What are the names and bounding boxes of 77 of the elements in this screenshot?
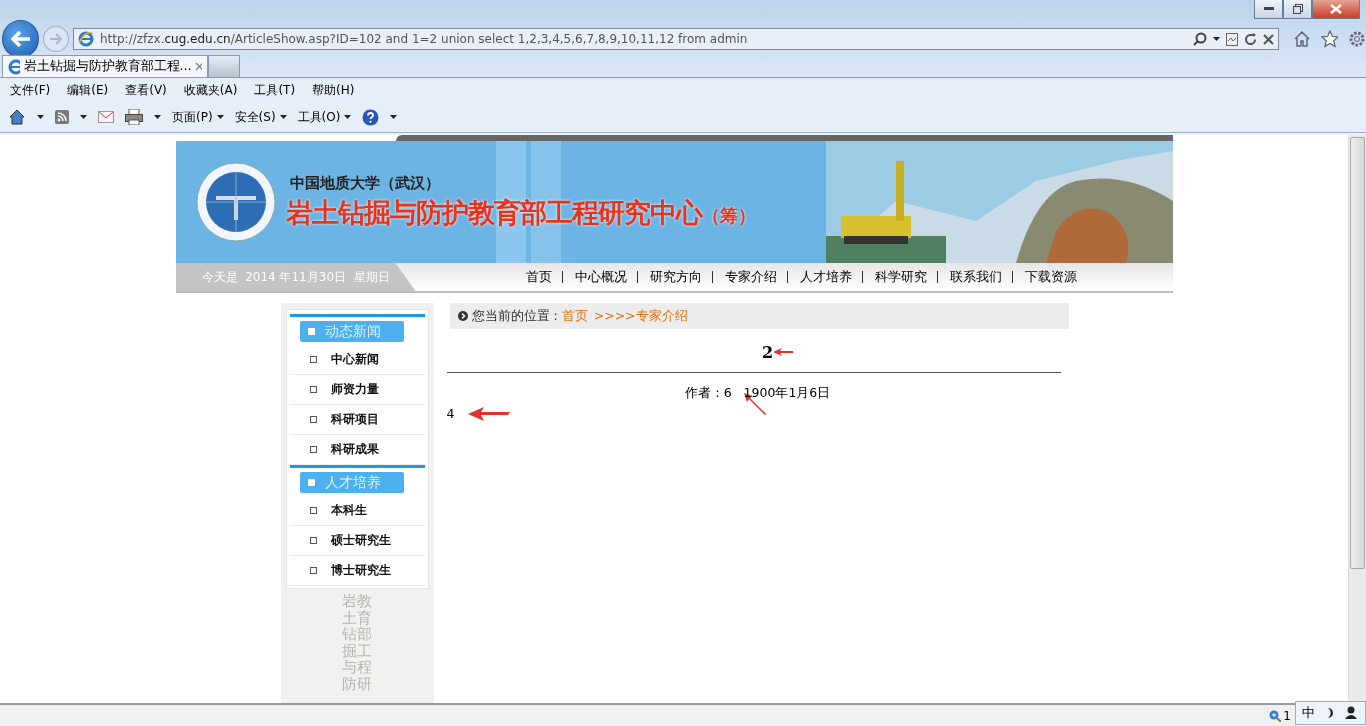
nav-link[interactable]: 首页 — [513, 271, 563, 283]
sidebar-item[interactable]: 中心新闻 — [289, 345, 425, 375]
address-field[interactable]: http://zfzx.cug.edu.cn/ArticleShow.asp?ID=102 and 1=2 union select 1,2,3,4,5,6,7,8,9,10,11,12 from admin — [72, 28, 1279, 50]
printer-icon[interactable] — [125, 109, 143, 125]
right-arrow-icon — [49, 33, 64, 45]
nav-link[interactable]: 人才培养 — [787, 271, 863, 283]
breadcrumb-label: 您当前的位置 : — [471, 307, 558, 325]
menu-item[interactable]: 编辑(E) — [67, 81, 109, 99]
nav-link[interactable]: 中心概况 — [562, 271, 638, 283]
arrow-icon — [468, 406, 511, 421]
minimize-icon — [1263, 7, 1274, 11]
vertical-text: 教育部工程研 — [357, 593, 372, 695]
settings-icon[interactable] — [1348, 30, 1366, 48]
title-suffix: （筹） — [701, 204, 756, 228]
dropdown-caret-icon[interactable] — [37, 115, 44, 119]
search-icon[interactable] — [1192, 32, 1207, 46]
article-title: 2 — [761, 342, 774, 362]
arrow-icon — [773, 348, 794, 356]
menu-item[interactable]: 帮助(H) — [312, 81, 355, 99]
refresh-icon[interactable] — [1243, 32, 1257, 46]
chevron-circle-icon — [457, 311, 468, 321]
browser-logo-icon — [77, 31, 94, 47]
close-icon — [1330, 4, 1342, 14]
menu-item[interactable]: 查看(V) — [125, 81, 167, 99]
article-meta: 作者：6 1900年1月6日 — [684, 385, 831, 402]
sidebar-item[interactable]: 博士研究生 — [289, 556, 425, 586]
nav-link[interactable]: 科学研究 — [862, 271, 938, 283]
section-heading: 动态新闻 — [299, 321, 404, 342]
browser-logo-icon — [8, 58, 20, 75]
scrollbar[interactable] — [1348, 135, 1366, 703]
left-arrow-icon — [10, 31, 31, 47]
toolbar-menu-button[interactable]: 安全(S) — [234, 108, 287, 126]
sidebar-item[interactable]: 科研成果 — [289, 435, 425, 465]
sidebar-item[interactable]: 本科生 — [289, 496, 425, 526]
dropdown-caret-icon[interactable] — [1212, 37, 1220, 41]
restore-button[interactable] — [1283, 0, 1312, 19]
star-icon[interactable] — [1320, 30, 1339, 48]
ime-mode[interactable]: 中 — [1302, 703, 1315, 722]
home-icon[interactable] — [8, 108, 26, 126]
dropdown-caret-icon[interactable] — [216, 115, 224, 119]
nav-link[interactable]: 专家介绍 — [712, 271, 788, 283]
nav-link[interactable]: 下载资源 — [1012, 271, 1087, 283]
dropdown-caret-icon[interactable] — [344, 115, 352, 119]
sidebar-item[interactable]: 硕士研究生 — [289, 526, 425, 556]
dropdown-caret-icon[interactable] — [390, 115, 398, 119]
dropdown-caret-icon[interactable] — [154, 115, 161, 119]
nav-link[interactable]: 联系我们 — [937, 271, 1013, 283]
user-icon[interactable] — [1345, 706, 1357, 719]
toolbar-menu-button[interactable]: 页面(P) — [172, 108, 224, 126]
dropdown-caret-icon[interactable] — [80, 115, 87, 119]
scroll-thumb[interactable] — [1350, 137, 1365, 569]
close-button[interactable] — [1312, 0, 1360, 19]
nav-link[interactable]: 研究方向 — [637, 271, 713, 283]
section-heading: 人才培养 — [299, 472, 404, 493]
restore-icon — [1292, 4, 1303, 14]
menu-item[interactable]: 收藏夹(A) — [183, 81, 238, 99]
university-name: 中国地质大学（武汉） — [289, 173, 441, 193]
feed-icon[interactable] — [55, 110, 69, 124]
mail-icon[interactable] — [98, 111, 114, 123]
dropdown-caret-icon[interactable] — [279, 115, 287, 119]
compatibility-icon[interactable] — [1225, 32, 1238, 46]
vertical-text: 岩土钻掘与防 — [342, 593, 357, 695]
site-title: 岩土钻掘与防护教育部工程研究中心 — [285, 195, 702, 230]
sidebar-item[interactable]: 科研项目 — [289, 405, 425, 435]
menu-item[interactable]: 文件(F) — [10, 81, 51, 99]
back-button[interactable] — [2, 20, 40, 58]
minimize-button[interactable] — [1254, 0, 1283, 19]
sidebar-item[interactable]: 师资力量 — [289, 375, 425, 405]
menu-item[interactable]: 工具(T) — [254, 81, 296, 99]
toolbar-menu-button[interactable]: 工具(O) — [297, 108, 352, 126]
stop-icon[interactable] — [1262, 33, 1274, 45]
browser-tab[interactable]: 岩土钻掘与防护教育部工程... — [2, 55, 208, 77]
help-icon[interactable] — [362, 108, 380, 126]
zoom-icon[interactable] — [1269, 709, 1282, 722]
close-icon[interactable] — [195, 62, 202, 71]
zoom-level[interactable]: 1 — [1283, 708, 1291, 723]
article-body: 4 — [446, 406, 455, 421]
